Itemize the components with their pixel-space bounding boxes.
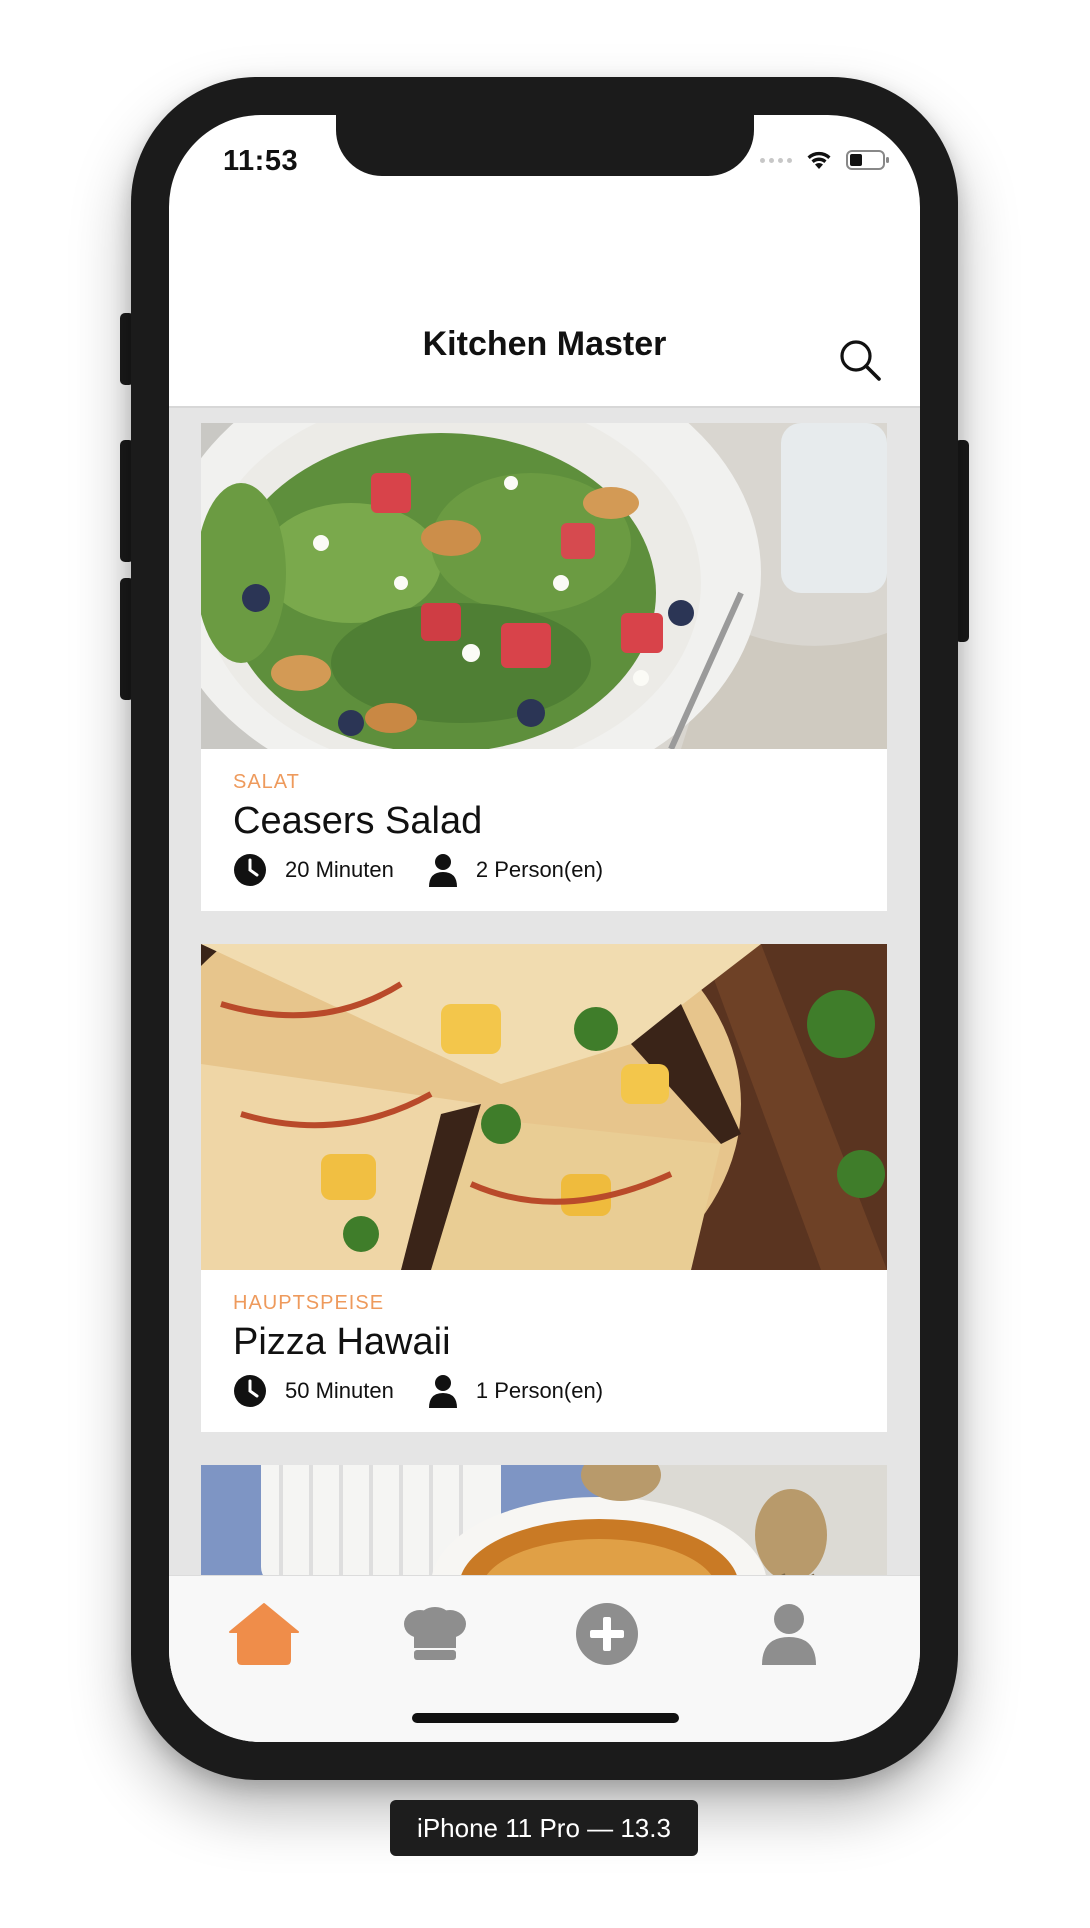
clock-icon	[234, 1375, 266, 1407]
add-circle-icon	[576, 1603, 638, 1665]
tab-recipes[interactable]	[395, 1594, 475, 1674]
tab-add-recipe[interactable]	[567, 1594, 647, 1674]
recipe-card-body: HAUPTSPEISE Pizza Hawaii 50 Minuten 1 Pe…	[201, 1270, 887, 1432]
person-icon	[428, 1375, 457, 1408]
recipe-category: SALAT	[233, 771, 300, 793]
tab-profile[interactable]	[749, 1594, 829, 1674]
salad-photo	[201, 423, 887, 749]
chef-hat-icon	[404, 1607, 466, 1660]
recipe-card[interactable]: HAUPTSPEISE Pizza Hawaii 50 Minuten 1 Pe…	[201, 944, 887, 1432]
recipe-category: HAUPTSPEISE	[233, 1292, 385, 1314]
status-time: 11:53	[223, 145, 299, 177]
search-icon[interactable]	[837, 337, 883, 383]
recipe-duration: 20 Minuten	[233, 853, 394, 887]
recipe-feed[interactable]: SALAT Ceasers Salad 20 Minuten 2 Person(…	[169, 408, 920, 1690]
recipe-duration-text: 50 Minuten	[285, 1378, 394, 1403]
profile-icon	[762, 1604, 816, 1665]
recipe-duration: 50 Minuten	[233, 1374, 394, 1408]
tab-home[interactable]	[224, 1594, 304, 1674]
recipe-meta: 50 Minuten 1 Person(en)	[233, 1374, 855, 1408]
cellular-signal-icon	[760, 157, 792, 163]
person-icon	[428, 854, 457, 887]
recipe-duration-text: 20 Minuten	[285, 857, 394, 882]
clock-icon	[234, 854, 266, 886]
device-label: iPhone 11 Pro — 13.3	[390, 1800, 698, 1856]
recipe-servings-text: 1 Person(en)	[475, 1378, 604, 1403]
notch	[336, 115, 754, 176]
status-indicators	[760, 145, 890, 175]
battery-icon	[846, 150, 889, 170]
page-title: Kitchen Master	[422, 325, 667, 363]
recipe-meta: 20 Minuten 2 Person(en)	[233, 853, 855, 887]
recipe-title: Pizza Hawaii	[233, 1321, 451, 1363]
home-icon	[229, 1603, 299, 1665]
recipe-servings: 2 Person(en)	[428, 853, 603, 887]
recipe-servings: 1 Person(en)	[428, 1374, 603, 1408]
recipe-card[interactable]: SALAT Ceasers Salad 20 Minuten 2 Person(…	[201, 423, 887, 911]
pizza-photo	[201, 944, 887, 1270]
home-indicator[interactable]	[412, 1713, 679, 1723]
wifi-icon	[807, 151, 831, 169]
recipe-servings-text: 2 Person(en)	[475, 857, 604, 882]
recipe-card-body: SALAT Ceasers Salad 20 Minuten 2 Person(…	[201, 749, 887, 911]
phone-screen: 11:53 Kitchen Master SALAT Ceasers Salad…	[169, 115, 920, 1742]
recipe-title: Ceasers Salad	[233, 800, 483, 842]
